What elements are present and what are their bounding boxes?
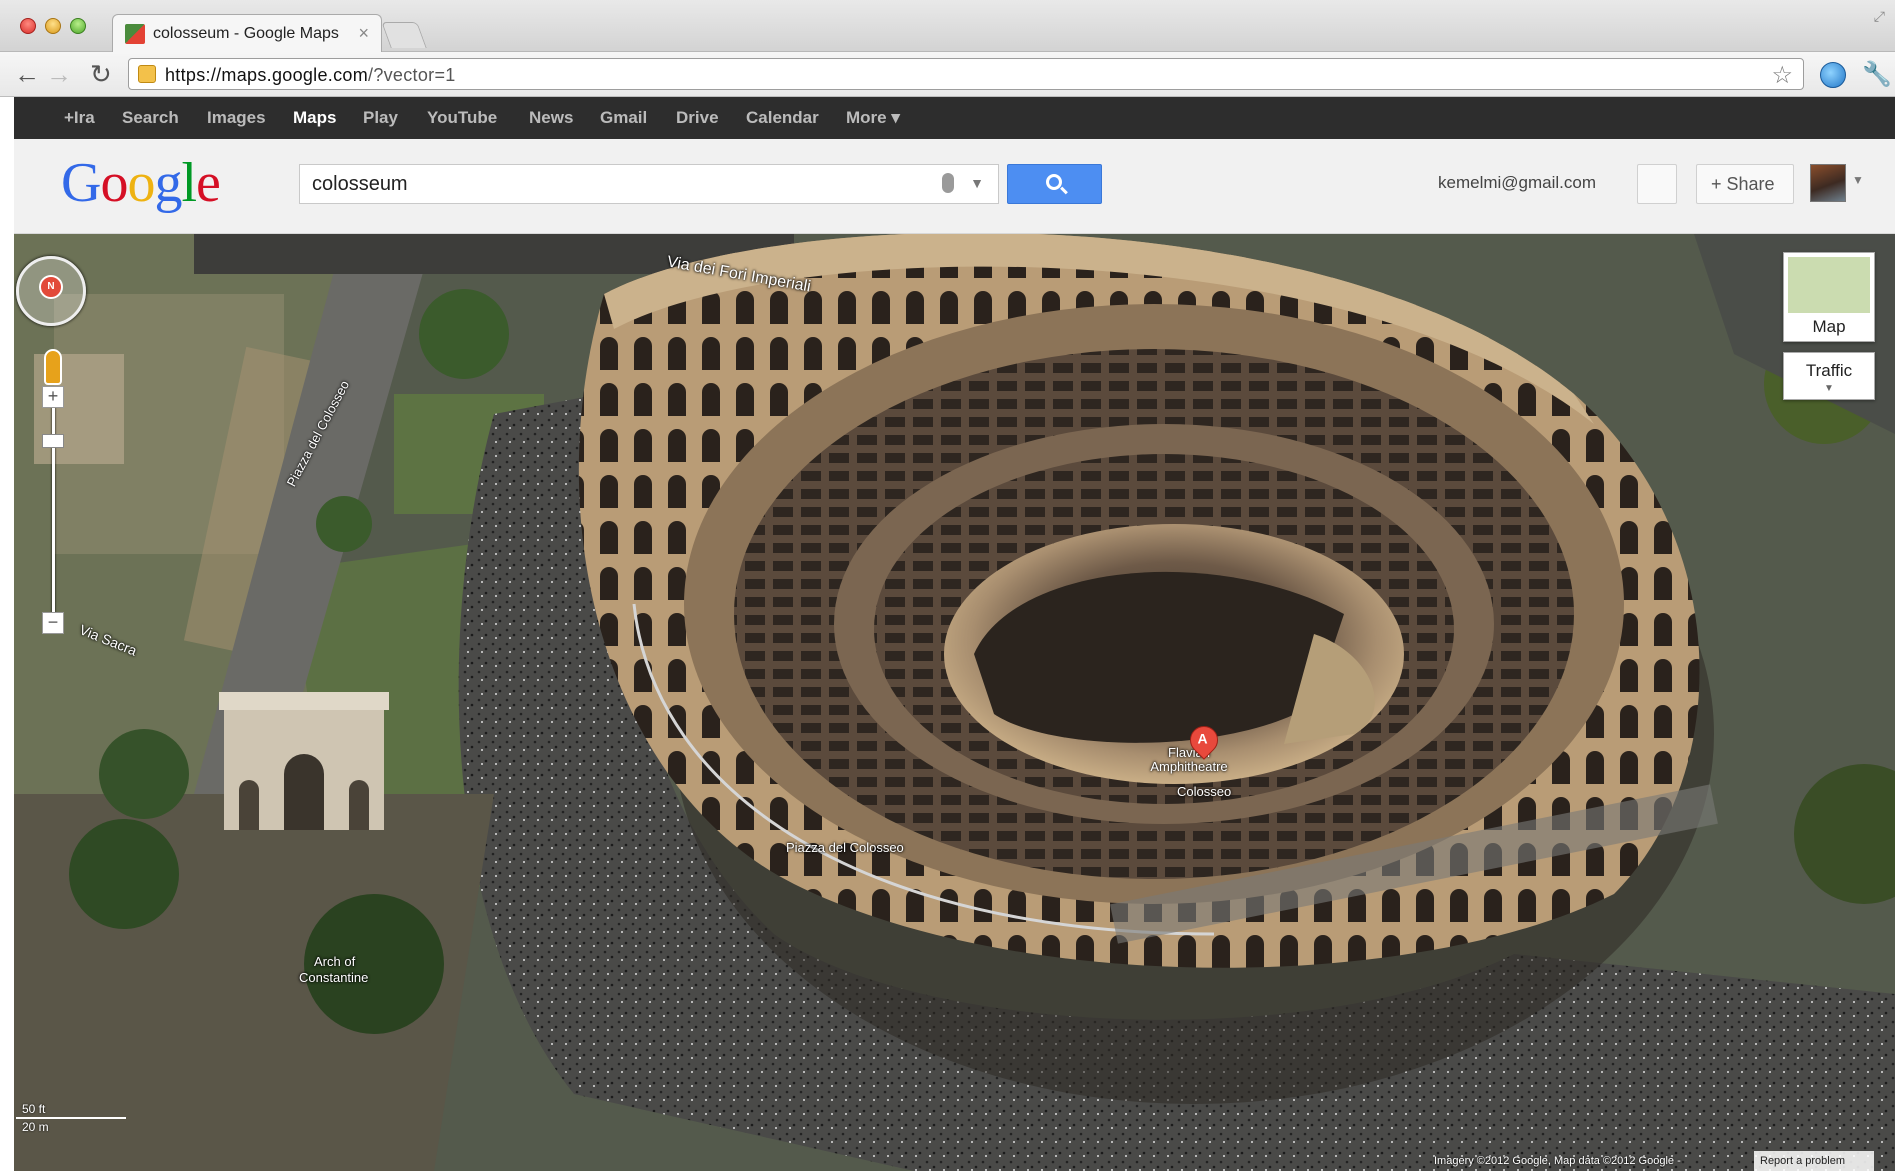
traffic-label: Traffic [1805,361,1853,380]
browser-toolbar: ← → ↻ https://maps.google.com/?vector=1 … [0,52,1895,97]
place-label-piazza-del-colosseo[interactable]: Piazza del Colosseo [786,840,904,855]
zoom-slider-track[interactable] [52,394,55,624]
scale-feet: 50 ft [22,1102,46,1116]
maps-favicon-icon [125,24,145,44]
gbar-play[interactable]: Play [363,108,398,128]
north-indicator-icon: N [39,275,63,299]
fullscreen-icon[interactable]: ⤢ [1874,8,1885,25]
place-label-colosseo[interactable]: Colosseo [1177,784,1231,799]
gbar-search[interactable]: Search [122,108,179,128]
new-tab-button[interactable] [381,22,427,48]
zoom-out-button[interactable]: − [42,612,64,634]
map-type-label: Map [1812,317,1846,336]
place-label-flavian-amphitheatre[interactable]: Flavian Amphitheatre [1134,746,1244,774]
map-thumbnail [1788,257,1870,313]
report-problem-link[interactable]: Report a problem [1754,1151,1874,1171]
map-attribution: Imagery ©2012 Google, Map data ©2012 Goo… [1434,1155,1681,1167]
chevron-down-icon: ▼ [1824,383,1834,394]
gbar-news[interactable]: News [529,108,573,128]
extension-globe-icon[interactable] [1820,62,1846,88]
account-email[interactable]: kemelmi@gmail.com [1438,173,1596,193]
google-bar: +Ira Search Images Maps Play YouTube New… [14,97,1895,139]
gbar-gmail[interactable]: Gmail [600,108,647,128]
scale-bar: 50 ft 20 m [16,1102,126,1134]
minimize-window-button[interactable] [45,18,61,34]
gbar-drive[interactable]: Drive [676,108,719,128]
lock-warning-icon [138,65,156,83]
address-bar[interactable]: https://maps.google.com/?vector=1 ☆ [128,58,1804,90]
tab-title: colosseum - Google Maps [153,25,339,42]
aerial-imagery [14,234,1895,1171]
search-value: colosseum [312,173,408,195]
gbar-calendar[interactable]: Calendar [746,108,819,128]
forward-arrow-icon[interactable]: → [46,59,72,89]
gbar-youtube[interactable]: YouTube [427,108,497,128]
search-icon [1046,174,1062,190]
search-options-caret-icon[interactable]: ▼ [970,175,984,191]
zoom-slider-knob[interactable] [42,434,64,448]
url-text: https://maps.google.com/?vector=1 [165,65,456,85]
gbar-plus[interactable]: +Ira [64,108,95,128]
scale-meters: 20 m [22,1120,49,1134]
notifications-button[interactable] [1637,164,1677,204]
tab-close-icon[interactable]: × [358,23,369,44]
place-label-arch-of-constantine-1[interactable]: Arch of [314,954,355,969]
traffic-layer-button[interactable]: Traffic ▼ [1783,352,1875,400]
compass-control[interactable]: N [16,256,86,326]
pegman-icon[interactable] [44,349,62,385]
microphone-icon[interactable] [942,173,954,193]
search-button[interactable] [1007,164,1102,204]
maximize-window-button[interactable] [70,18,86,34]
chevron-down-icon[interactable]: ▼ [1852,173,1864,187]
maps-header: Google colosseum ▼ kemelmi@gmail.com + S… [14,139,1895,234]
gbar-more[interactable]: More ▾ [846,108,900,128]
search-input[interactable]: colosseum ▼ [299,164,999,204]
close-window-button[interactable] [20,18,36,34]
google-logo[interactable]: Google [61,151,221,215]
browser-tab[interactable]: colosseum - Google Maps × [112,14,382,52]
browser-tab-strip: colosseum - Google Maps × ⤢ [0,0,1895,52]
map-type-button[interactable]: Map [1783,252,1875,342]
zoom-in-button[interactable]: + [42,386,64,408]
share-button[interactable]: + Share [1696,164,1794,204]
reload-icon[interactable]: ↻ [90,59,112,89]
avatar[interactable] [1810,164,1846,202]
scale-line [16,1117,126,1119]
gbar-images[interactable]: Images [207,108,266,128]
place-label-arch-of-constantine-2[interactable]: Constantine [299,970,368,985]
wrench-menu-icon[interactable]: 🔧 [1862,62,1892,88]
gbar-maps[interactable]: Maps [293,108,336,128]
bookmark-star-icon[interactable]: ☆ [1771,61,1793,90]
share-label: + Share [1711,174,1775,194]
back-arrow-icon[interactable]: ← [14,59,40,89]
map-canvas[interactable]: Via dei Fori Imperiali Piazza del Coloss… [14,234,1895,1171]
